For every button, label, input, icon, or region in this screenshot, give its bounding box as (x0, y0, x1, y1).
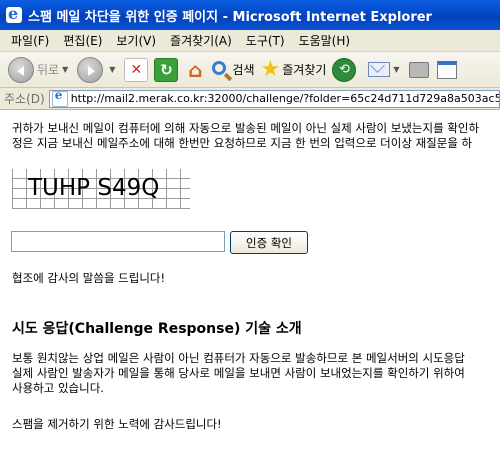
menu-edit[interactable]: 편집(E) (56, 32, 109, 49)
description-text: 보통 원치않는 상업 메일은 사람이 아닌 컴퓨터가 자동으로 발송하므로 본 … (12, 351, 500, 396)
favorites-label: 즐겨찾기 (282, 63, 327, 77)
address-bar: 주소(D) http://mail2.merak.co.kr:32000/cha… (0, 88, 500, 110)
forward-arrow-icon (77, 56, 104, 83)
menu-view[interactable]: 보기(V) (109, 32, 163, 49)
print-icon[interactable] (408, 61, 429, 78)
back-label: 뒤로 (37, 63, 60, 77)
search-label: 검색 (232, 63, 255, 77)
refresh-icon[interactable]: ↻ (154, 57, 179, 82)
intro-line: 정은 지금 보내신 메일주소에 대해 한번만 요청하므로 지금 한 번의 입력으… (12, 136, 473, 150)
stop-icon[interactable]: ✕ (124, 57, 149, 82)
back-arrow-icon (8, 56, 34, 83)
mail-icon (368, 62, 391, 77)
search-icon (212, 60, 227, 75)
captcha-image-text: TUHP S49Q (28, 175, 160, 201)
window-title: 스팸 메일 차단을 위한 인증 페이지 - Microsoft Internet… (28, 9, 432, 25)
menu-bar: 파일(F) 편집(E) 보기(V) 즐겨찾기(A) 도구(T) 도움말(H) (0, 30, 500, 52)
description-line: 실제 사람인 발송자가 메일을 통해 당사로 메일을 보내면 사람이 보내었는지… (12, 366, 465, 380)
thanks-text: 협조에 감사의 말씀을 드립니다! (12, 271, 166, 285)
window-title-bar[interactable]: 스팸 메일 차단을 위한 인증 페이지 - Microsoft Internet… (0, 0, 500, 30)
confirm-button[interactable]: 인증 확인 (230, 231, 308, 254)
internet-explorer-icon (6, 4, 22, 23)
address-input[interactable]: http://mail2.merak.co.kr:32000/challenge… (48, 89, 500, 108)
address-url: http://mail2.merak.co.kr:32000/challenge… (70, 92, 500, 105)
section-title: 시도 응답(Challenge Response) 기술 소개 (12, 321, 302, 337)
search-button[interactable]: 검색 (212, 60, 255, 78)
chevron-down-icon[interactable]: ▼ (62, 65, 68, 74)
footer-note: 스팸을 제거하기 위한 노력에 감사드립니다! (12, 417, 222, 431)
history-icon[interactable]: ⟲ (332, 57, 357, 82)
page-content: 귀하가 보내신 메일이 컴퓨터에 의해 자동으로 발송된 메일이 아닌 실제 사… (0, 111, 500, 464)
home-icon[interactable]: ⌂ (184, 58, 206, 82)
menu-file[interactable]: 파일(F) (4, 32, 56, 49)
favorites-button[interactable]: ★ 즐겨찾기 (260, 56, 327, 82)
intro-text: 귀하가 보내신 메일이 컴퓨터에 의해 자동으로 발송된 메일이 아닌 실제 사… (12, 121, 500, 151)
intro-line: 귀하가 보내신 메일이 컴퓨터에 의해 자동으로 발송된 메일이 아닌 실제 사… (12, 121, 480, 135)
star-icon: ★ (260, 56, 281, 82)
address-label: 주소(D) (4, 92, 45, 106)
captcha-answer-input[interactable] (11, 231, 225, 252)
edit-icon[interactable] (436, 60, 457, 79)
chevron-down-icon[interactable]: ▼ (109, 65, 115, 74)
mail-button[interactable]: ▼ (368, 62, 402, 77)
forward-button[interactable]: ▼ (77, 56, 118, 83)
page-icon (51, 90, 68, 107)
description-line: 보통 원치않는 상업 메일은 사람이 아닌 컴퓨터가 자동으로 발송하므로 본 … (12, 351, 465, 365)
toolbar: 뒤로 ▼ ▼ ✕ ↻ ⌂ 검색 ★ 즐겨찾기 ⟲ ▼ (0, 52, 500, 88)
menu-favorites[interactable]: 즐겨찾기(A) (163, 32, 239, 49)
description-line: 사용하고 있습니다. (12, 381, 104, 395)
back-button[interactable]: 뒤로 ▼ (8, 56, 71, 83)
chevron-down-icon[interactable]: ▼ (393, 65, 399, 74)
menu-help[interactable]: 도움말(H) (292, 32, 358, 49)
menu-tools[interactable]: 도구(T) (239, 32, 292, 49)
